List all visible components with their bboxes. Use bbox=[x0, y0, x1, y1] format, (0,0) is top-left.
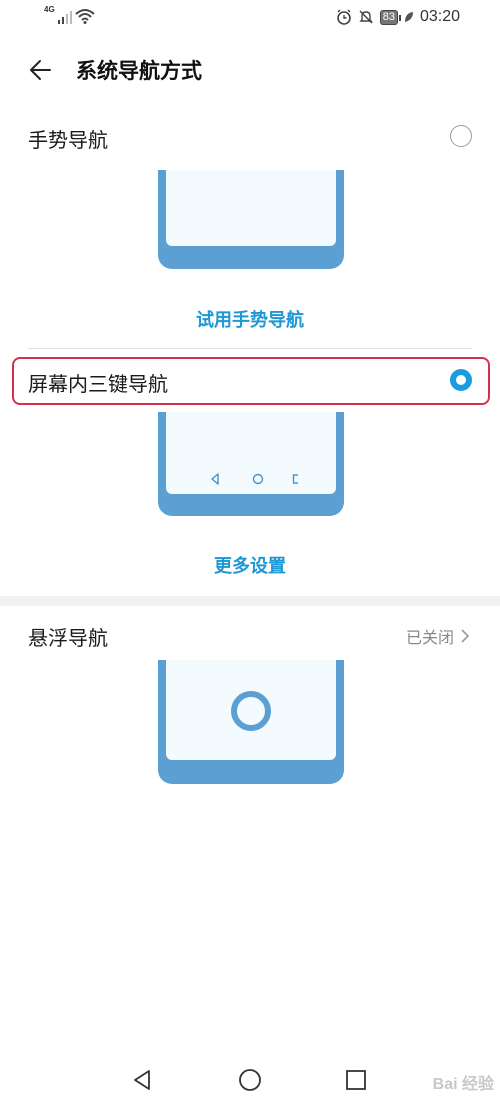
alarm-icon bbox=[336, 9, 351, 25]
option-float-navigation[interactable]: 悬浮导航 已关闭 bbox=[0, 610, 500, 660]
status-bar: 4G 83 03:20 bbox=[0, 0, 500, 36]
back-arrow-icon bbox=[30, 60, 51, 80]
status-left: 4G bbox=[44, 5, 95, 24]
network-type: 4G bbox=[44, 5, 55, 14]
float-status-text: 已关闭 bbox=[405, 628, 454, 647]
radio-unchecked[interactable] bbox=[450, 125, 472, 147]
highlight-box bbox=[12, 357, 490, 405]
app-bar: 系统导航方式 bbox=[0, 42, 500, 98]
wifi-icon bbox=[75, 9, 95, 24]
more-settings-link[interactable]: 更多设置 bbox=[0, 552, 500, 578]
chevron-right-icon bbox=[461, 629, 470, 643]
phone-screen bbox=[166, 660, 336, 760]
gesture-phone-illustration bbox=[158, 170, 344, 269]
signal-icon bbox=[57, 11, 72, 24]
float-button-icon bbox=[231, 691, 271, 731]
status-right: 83 03:20 bbox=[336, 8, 460, 26]
float-status: 已关闭 bbox=[406, 624, 470, 648]
nav-recents-icon bbox=[346, 1070, 366, 1090]
nav-back-icon bbox=[134, 1070, 150, 1090]
phone-screen bbox=[166, 170, 336, 246]
try-gesture-link[interactable]: 试用手势导航 bbox=[0, 306, 500, 332]
page-title: 系统导航方式 bbox=[76, 59, 202, 83]
option-gesture-navigation[interactable]: 手势导航 bbox=[0, 112, 500, 162]
leaf-icon bbox=[404, 12, 413, 22]
clock: 03:20 bbox=[419, 8, 460, 25]
back-button[interactable] bbox=[26, 54, 58, 86]
nav-recents-button[interactable] bbox=[342, 1066, 370, 1094]
phone-screen bbox=[166, 412, 336, 494]
option-label: 悬浮导航 bbox=[28, 626, 108, 650]
mute-icon bbox=[359, 10, 373, 24]
nav-home-button[interactable] bbox=[236, 1066, 264, 1094]
three-key-buttons-icon bbox=[211, 473, 298, 485]
three-key-phone-illustration bbox=[158, 412, 344, 516]
system-nav-bar bbox=[0, 1052, 500, 1111]
section-gap bbox=[0, 596, 500, 606]
watermark: Bai 经验 bbox=[432, 1076, 494, 1093]
float-phone-illustration bbox=[158, 660, 344, 784]
nav-back-button[interactable] bbox=[128, 1066, 156, 1094]
battery-indicator: 83 bbox=[379, 9, 402, 25]
divider bbox=[28, 348, 472, 349]
option-label: 手势导航 bbox=[28, 128, 108, 152]
nav-home-icon bbox=[239, 1069, 261, 1091]
